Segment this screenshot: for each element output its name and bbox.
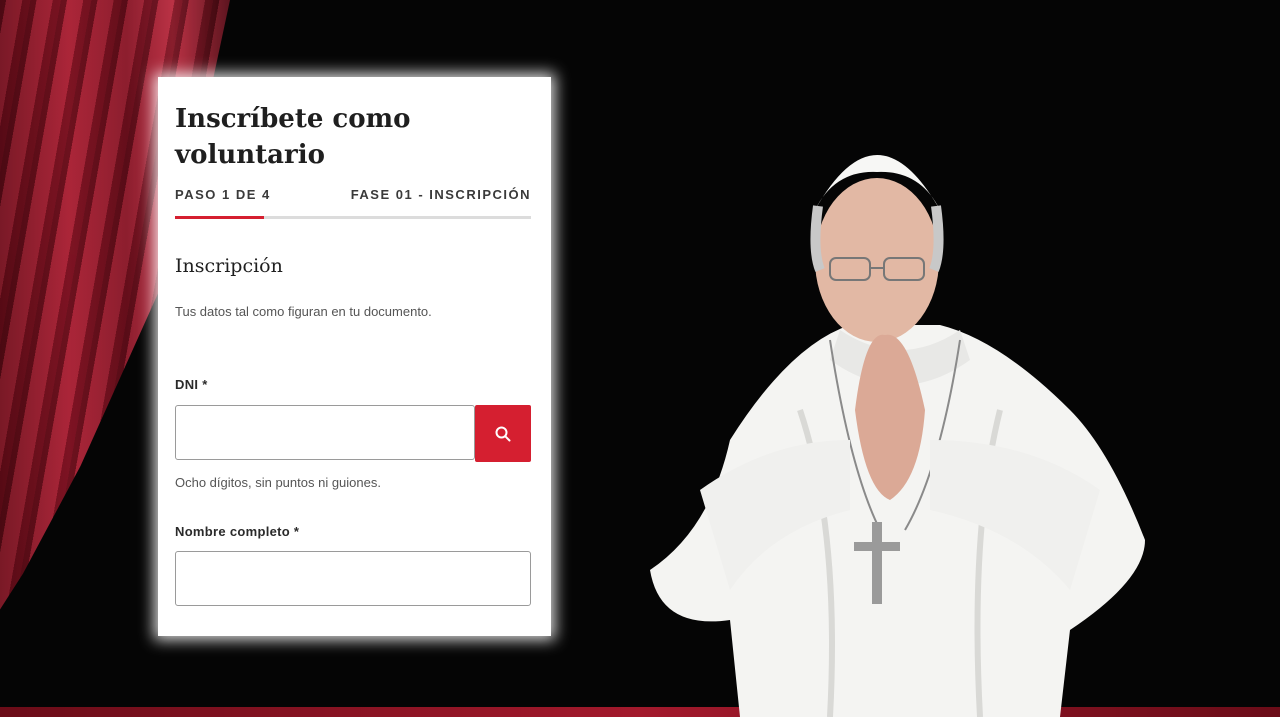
praying-figure-image [650, 155, 1145, 717]
step-indicator: PASO 1 DE 4 FASE 01 - INSCRIPCIÓN [175, 187, 531, 202]
search-icon [495, 426, 511, 441]
form-title: Inscríbete como voluntario [175, 104, 411, 170]
step-label: PASO 1 DE 4 [175, 187, 271, 202]
progress-bar [175, 216, 531, 219]
volunteer-form-card: Inscríbete como voluntario PASO 1 DE 4 F… [158, 77, 551, 636]
full-name-label: Nombre completo * [175, 524, 300, 539]
phase-label: FASE 01 - INSCRIPCIÓN [350, 187, 531, 202]
dni-hint: Ocho dígitos, sin puntos ni guiones. [175, 475, 381, 490]
full-name-input[interactable] [175, 551, 531, 606]
section-title: Inscripción [175, 255, 283, 277]
dni-search-button[interactable] [475, 405, 531, 462]
progress-bar-fill [175, 216, 264, 219]
section-description: Tus datos tal como figuran en tu documen… [175, 304, 432, 319]
dni-input[interactable] [175, 405, 475, 460]
dni-label: DNI * [175, 377, 208, 392]
